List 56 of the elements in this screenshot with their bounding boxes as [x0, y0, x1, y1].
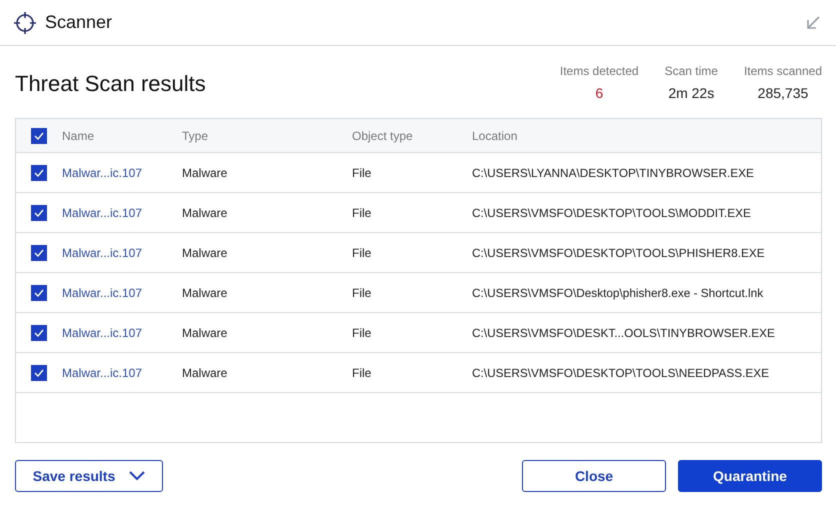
table-cell-text: C:\USERS\VMSFO\DESKTOP\TOOLS\PHISHER8.EXE: [472, 246, 766, 260]
checkmark-icon: [34, 132, 44, 140]
checkmark-icon: [34, 168, 44, 176]
table-cell-text: File: [352, 166, 372, 180]
table-cell-text: File: [352, 246, 372, 260]
close-button[interactable]: Close: [522, 460, 666, 492]
row-checkbox[interactable]: [31, 244, 47, 260]
stat-value: 285,735: [758, 84, 808, 100]
table-cell-text: C:\USERS\VMSFO\Desktop\phisher8.exe - Shortcut.lnk: [472, 286, 764, 300]
select-all-checkbox[interactable]: [31, 128, 47, 144]
table-cell-text: C:\USERS\VMSFO\DESKT...OOLS\TINYBROWSER.EXE: [472, 326, 776, 340]
table-cell-text: C:\USERS\LYANNA\DESKTOP\TINYBROWSER.EXE: [472, 166, 755, 180]
crosshair-icon: [13, 10, 37, 34]
stat-value: 6: [595, 84, 604, 100]
checkmark-icon: [34, 288, 44, 296]
checkmark-icon: [34, 248, 44, 256]
stat-label: Items detected: [560, 64, 639, 78]
threat-name-link[interactable]: Malwar...ic.107: [62, 366, 182, 380]
table-cell-text: Malware: [182, 206, 228, 220]
checkmark-icon: [34, 368, 44, 376]
threat-name-link[interactable]: Malwar...ic.107: [62, 326, 182, 340]
table-cell-text: File: [352, 326, 372, 340]
quarantine-button[interactable]: Quarantine: [678, 460, 822, 492]
page-heading: Threat Scan results: [15, 70, 207, 97]
row-checkbox[interactable]: [31, 324, 47, 340]
threat-name-link[interactable]: Malwar...ic.107: [62, 166, 182, 180]
threat-name-link[interactable]: Malwar...ic.107: [62, 286, 182, 300]
table-cell-text: File: [352, 366, 372, 380]
save-results-button[interactable]: Save results: [15, 460, 163, 492]
table-cell-text: Malware: [182, 166, 228, 180]
threat-name-link[interactable]: Malwar...ic.107: [62, 206, 182, 220]
row-checkbox[interactable]: [31, 164, 47, 180]
table-cell-text: Malware: [182, 366, 228, 380]
stat-value: 2m 22s: [668, 84, 714, 100]
row-checkbox[interactable]: [31, 284, 47, 300]
threat-name-link[interactable]: Malwar...ic.107: [62, 246, 182, 260]
table-cell-text: C:\USERS\VMSFO\DESKTOP\TOOLS\NEEDPASS.EXE: [472, 366, 770, 380]
table-cell-text: File: [352, 286, 372, 300]
row-checkbox[interactable]: [31, 364, 47, 380]
column-header[interactable]: Name: [62, 128, 182, 142]
minimize-arrow-icon[interactable]: [805, 14, 821, 30]
row-checkbox[interactable]: [31, 204, 47, 220]
table-cell-text: Malware: [182, 286, 228, 300]
checkmark-icon: [34, 328, 44, 336]
stat-label: Items scanned: [744, 64, 822, 78]
column-header[interactable]: Object type: [352, 128, 472, 142]
table-cell-text: Malware: [182, 246, 228, 260]
table-cell-text: C:\USERS\VMSFO\DESKTOP\TOOLS\MODDIT.EXE: [472, 206, 752, 220]
table-cell-text: File: [352, 206, 372, 220]
chevron-down-icon: [129, 471, 146, 481]
window-title: Scanner: [45, 12, 112, 33]
stat-label: Scan time: [664, 64, 718, 78]
column-header[interactable]: Location: [472, 128, 821, 142]
column-header[interactable]: Type: [182, 128, 352, 142]
checkmark-icon: [34, 208, 44, 216]
table-cell-text: Malware: [182, 326, 228, 340]
